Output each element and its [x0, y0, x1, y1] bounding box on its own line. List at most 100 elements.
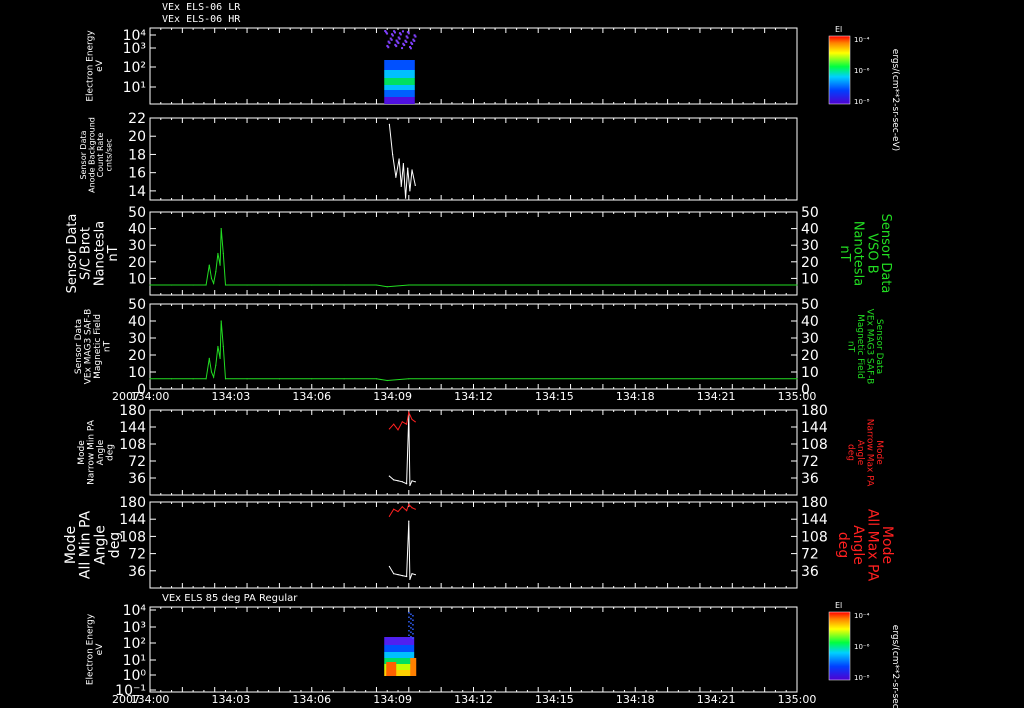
- all-min-pa-line: [388, 521, 416, 580]
- time-tick-label: 134:15: [535, 693, 574, 706]
- spectrogram-speck: [408, 616, 410, 618]
- spectrogram-cell: [384, 85, 415, 90]
- brot-line-point: [386, 286, 388, 288]
- narrow-max-pa-line-point: [411, 418, 413, 421]
- panel-frame-1: [149, 27, 798, 105]
- bottom-title: VEx ELS 85 deg PA Regular: [162, 593, 298, 604]
- colorbar-unit-label-line: ergs/(cm**2-sr-sec-eV): [890, 49, 900, 151]
- narrow-min-pa-line-point: [397, 480, 399, 482]
- y-axis-label-7: Electron Energy eV: [85, 613, 104, 685]
- spectrogram-speck: [401, 47, 404, 50]
- narrow-max-pa-line-point: [406, 423, 408, 425]
- mag-field-line-point: [170, 378, 173, 380]
- narrow-min-pa-line-point: [411, 480, 413, 482]
- brot-line-point: [149, 284, 151, 286]
- mag-field-line-point: [386, 379, 388, 382]
- y-axis-label-right-6-line: Mode: [879, 526, 895, 564]
- y-axis-label-3-line: nT: [106, 245, 121, 261]
- spectrogram-speck: [391, 34, 394, 37]
- all-min-pa-line-point: [406, 575, 408, 578]
- mag-field-line-point: [213, 376, 215, 378]
- narrow-max-pa-line-point: [408, 411, 410, 413]
- brot-line-point: [408, 284, 410, 286]
- y-tick-label: 18: [128, 147, 146, 163]
- y-tick-label-right: 36: [801, 471, 819, 487]
- y-tick-label: 20: [128, 348, 146, 364]
- mag-field-line-point: [220, 320, 222, 322]
- y-tick-label: 10²: [123, 636, 146, 652]
- y-tick-label: 72: [128, 547, 146, 563]
- spectrogram-speck: [395, 45, 398, 48]
- spectrogram-speck: [412, 619, 414, 621]
- colorbar-title: El: [835, 601, 842, 610]
- colorbar-unit-label: ergs/(cm**2-sr-sec-eV): [890, 49, 900, 151]
- mag-field-line-point: [219, 357, 221, 359]
- count-rate-line-point: [392, 153, 394, 156]
- y-axis-label-1: Electron Energy eV: [85, 30, 104, 102]
- y-tick-label-right: 50: [801, 205, 819, 221]
- time-tick-label: 134:21: [697, 390, 736, 403]
- y-tick-label-right: 180: [801, 403, 828, 419]
- mag-field-line-point: [210, 371, 213, 373]
- brot-line-point: [205, 284, 207, 286]
- y-tick-label-right: 36: [801, 564, 819, 580]
- all-max-pa-line-point: [406, 510, 408, 512]
- y-tick-label-right: 40: [801, 222, 819, 238]
- brot-line-point: [215, 271, 217, 273]
- mag-field-line-point: [278, 378, 280, 380]
- count-rate-line-point: [414, 184, 416, 187]
- all-max-pa-line-point: [393, 508, 395, 510]
- brot-line-point: [343, 284, 345, 286]
- y-axis-label-right-6: ModeAll Max PAAngledeg: [835, 509, 895, 582]
- spectrogram-speck: [408, 621, 410, 623]
- colorbar-tick-label: 10⁻⁸: [854, 674, 870, 682]
- brot-line-point: [375, 284, 378, 286]
- y-tick-label-right: 108: [801, 529, 828, 545]
- spectrogram-speck: [398, 37, 401, 40]
- all-min-pa-line-point: [409, 578, 411, 581]
- y-tick-label: 10¹: [123, 653, 146, 669]
- colorbar-tick-label: 10⁻⁸: [854, 98, 870, 106]
- spectrogram-speck: [409, 47, 412, 50]
- y-axis-label-6-line: Mode: [63, 526, 79, 564]
- narrow-max-pa-line: [389, 410, 416, 431]
- y-tick-label: 144: [119, 512, 146, 528]
- y-axis-label-6-line: All Min PA: [78, 510, 94, 579]
- y-axis-label-4: Sensor Data VEx MAG3 SAF-B Magnetic Field n…: [74, 309, 112, 385]
- y-tick-label: 180: [119, 403, 146, 419]
- y-axis-label-4-line: nT: [102, 340, 112, 352]
- brot-line-point: [224, 284, 227, 286]
- all-min-pa-line-point: [401, 574, 403, 577]
- spectrogram-speck: [411, 42, 414, 45]
- y-axis-label-5-line: deg: [105, 444, 115, 461]
- mag-field-line-point: [311, 378, 313, 380]
- y-tick-label: 108: [119, 529, 146, 545]
- narrow-min-pa-line-point: [414, 481, 416, 483]
- spectrogram-speck: [410, 627, 412, 629]
- y-axis-label-right-4: Sensor DataVEx MAG3 SAF-BMagnetic Fieldn…: [846, 309, 884, 385]
- spectrogram-cell: [384, 652, 415, 658]
- count-rate-line: [388, 124, 416, 199]
- spectrogram-speck: [408, 612, 410, 614]
- y-axis-label-right-6-line: deg: [835, 532, 851, 558]
- narrow-max-pa-line-point: [393, 423, 395, 425]
- y-axis-label-right-6-line: Angle: [850, 525, 866, 565]
- narrow-min-pa-line-point: [401, 481, 403, 483]
- count-rate-line-point: [407, 167, 409, 169]
- mag-field-line-point: [224, 378, 227, 380]
- spectrogram-cell: [384, 70, 415, 78]
- spectrogram-cell: [386, 662, 397, 676]
- y-axis-label-2-line: cnts/sec: [104, 139, 113, 172]
- mag-field-line-point: [343, 378, 345, 380]
- spectrogram-cell: [410, 658, 417, 676]
- count-rate-line-point: [411, 169, 413, 171]
- count-rate-line-point: [398, 158, 400, 160]
- y-tick-label: 10³: [123, 620, 146, 636]
- spectrogram-speck: [410, 613, 412, 615]
- y-axis-label-5: Mode Narrow Min PA Angle deg: [77, 419, 115, 485]
- spectrogram-speck: [410, 636, 412, 638]
- spectrogram-speck: [412, 637, 414, 639]
- time-tick-label: 134:03: [212, 693, 251, 706]
- spectrogram-speck: [397, 42, 400, 45]
- y-axis-label-right-3-line: nT: [837, 245, 852, 261]
